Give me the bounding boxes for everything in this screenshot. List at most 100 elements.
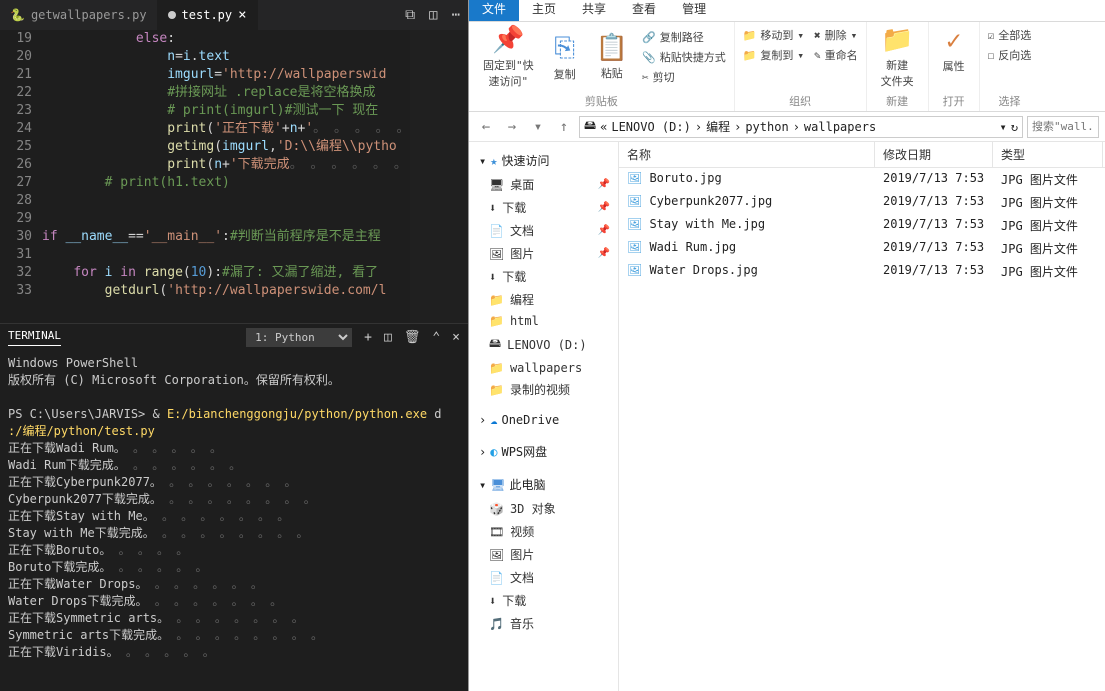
nav-item[interactable]: 🎵音乐 — [469, 612, 618, 635]
cut-icon: ✂ — [642, 71, 649, 84]
nav-item[interactable]: 🖥桌面📌 — [469, 173, 618, 196]
folder-icon: 📁 — [489, 293, 504, 307]
close-panel-icon[interactable]: × — [452, 330, 460, 345]
editor-area: 192021222324252627282930313233 else: n=i… — [0, 30, 468, 323]
nav-item[interactable]: 🎞视频 — [469, 520, 618, 543]
file-row[interactable]: 🖼 Stay with Me.jpg2019/7/13 7:53JPG 图片文件 — [619, 214, 1105, 237]
file-row[interactable]: 🖼 Water Drops.jpg2019/7/13 7:53JPG 图片文件 — [619, 260, 1105, 283]
split-icon[interactable]: ◫ — [429, 7, 437, 23]
file-row[interactable]: 🖼 Cyberpunk2077.jpg2019/7/13 7:53JPG 图片文… — [619, 191, 1105, 214]
back-icon[interactable]: ← — [475, 119, 497, 135]
pin-button[interactable]: 📌固定到"快 速访问" — [477, 25, 540, 89]
pin-icon: 📌 — [492, 25, 524, 55]
paste-icon: 📋 — [596, 33, 628, 63]
folder-icon: 🖥 — [489, 178, 504, 192]
minimap[interactable] — [410, 30, 468, 323]
nav-item[interactable]: 📄文档 — [469, 566, 618, 589]
up-icon[interactable]: ↑ — [553, 119, 575, 135]
nav-item[interactable]: 📁html — [469, 311, 618, 331]
folder-icon: 🎵 — [489, 617, 504, 631]
more-icon[interactable]: ⋯ — [452, 7, 460, 23]
properties-button[interactable]: ✓属性 — [937, 26, 971, 74]
plus-icon[interactable]: + — [364, 330, 372, 345]
image-icon: 🖼 — [627, 240, 642, 254]
file-row[interactable]: 🖼 Wadi Rum.jpg2019/7/13 7:53JPG 图片文件 — [619, 237, 1105, 260]
nav-item[interactable]: ⬇下载📌 — [469, 196, 618, 219]
folder-icon: 📁 — [489, 361, 504, 375]
close-icon[interactable]: × — [238, 7, 246, 23]
newfolder-button[interactable]: 📁新建 文件夹 — [875, 25, 920, 89]
nav-pane[interactable]: ▾★快速访问 🖥桌面📌⬇下载📌📄文档📌🖼图片📌⬇下载📁编程📁html🖴LENOV… — [469, 142, 619, 691]
tab-test[interactable]: test.py × — [158, 0, 258, 30]
folder-icon: ⬇ — [489, 270, 496, 284]
folder-icon: 🖼 — [489, 548, 504, 562]
python-icon: 🐍 — [10, 8, 25, 22]
tab-view[interactable]: 查看 — [619, 0, 669, 21]
delete-button[interactable]: ✖删除 ▾ — [814, 26, 857, 44]
folder-icon: 📁 — [489, 314, 504, 328]
copy-button[interactable]: ⎘复制 — [548, 33, 582, 82]
cut-button[interactable]: ✂剪切 — [642, 68, 726, 86]
tab-share[interactable]: 共享 — [569, 0, 619, 21]
image-icon: 🖼 — [627, 171, 642, 185]
nav-item[interactable]: 🖴LENOVO (D:) — [469, 331, 618, 358]
folder-icon: 📄 — [489, 224, 504, 238]
search-input[interactable] — [1027, 116, 1099, 138]
code-editor[interactable]: else: n=i.text imgurl='http://wallpapers… — [42, 30, 410, 323]
breadcrumb[interactable]: 🖴 « LENOVO (D:)› 编程› python› wallpapers … — [579, 116, 1023, 138]
drive-icon: 🖴 — [584, 116, 596, 137]
tab-file[interactable]: 文件 — [469, 0, 519, 21]
split-terminal-icon[interactable]: ◫ — [384, 330, 392, 345]
file-row[interactable]: 🖼 Boruto.jpg2019/7/13 7:53JPG 图片文件 — [619, 168, 1105, 191]
wps-header[interactable]: ›◐WPS网盘 — [469, 439, 618, 464]
col-date[interactable]: 修改日期 — [875, 142, 993, 167]
terminal-tab[interactable]: TERMINAL — [8, 329, 61, 346]
recent-icon[interactable]: ▾ — [527, 119, 549, 135]
onedrive-header[interactable]: ›☁OneDrive — [469, 409, 618, 431]
nav-item[interactable]: ⬇下载 — [469, 265, 618, 288]
line-gutter: 192021222324252627282930313233 — [0, 30, 42, 323]
thispc-header[interactable]: ▾🖥此电脑 — [469, 472, 618, 497]
forward-icon[interactable]: → — [501, 119, 523, 135]
tab-manage[interactable]: 管理 — [669, 0, 719, 21]
tab-home[interactable]: 主页 — [519, 0, 569, 21]
invertsel-button[interactable]: ☐反向选 — [988, 46, 1032, 64]
nav-item[interactable]: ⬇下载 — [469, 589, 618, 612]
paste-button[interactable]: 📋粘贴 — [590, 33, 634, 81]
pin-icon: 📌 — [598, 225, 610, 236]
quickaccess-header[interactable]: ▾★快速访问 — [469, 148, 618, 173]
explorer-window: 文件 主页 共享 查看 管理 📌固定到"快 速访问" ⎘复制 📋粘贴 🔗复制路径… — [468, 0, 1105, 691]
nav-item[interactable]: 📁编程 — [469, 288, 618, 311]
nav-item[interactable]: 📄文档📌 — [469, 219, 618, 242]
group-label: 剪贴板 — [585, 89, 618, 109]
tab-getwallpapers[interactable]: 🐍 getwallpapers.py — [0, 0, 158, 30]
nav-item[interactable]: 🎲3D 对象 — [469, 497, 618, 520]
delete-icon: ✖ — [814, 29, 821, 42]
folder-icon: 📄 — [489, 571, 504, 585]
terminal-select[interactable]: 1: Python — [246, 328, 352, 347]
rename-icon: ✎ — [814, 49, 821, 62]
chevron-up-icon[interactable]: ⌃ — [432, 330, 440, 345]
copypath-button[interactable]: 🔗复制路径 — [642, 28, 726, 46]
refresh-icon[interactable]: ↻ — [1011, 120, 1018, 134]
col-name[interactable]: 名称 — [619, 142, 875, 167]
terminal[interactable]: Windows PowerShell版权所有 (C) Microsoft Cor… — [0, 351, 468, 691]
nav-item[interactable]: 🖼图片 — [469, 543, 618, 566]
moveto-button[interactable]: 📁移动到 ▾ — [743, 26, 804, 44]
nav-item[interactable]: 🖼图片📌 — [469, 242, 618, 265]
copyto-button[interactable]: 📁复制到 ▾ — [743, 46, 804, 64]
rename-button[interactable]: ✎重命名 — [814, 46, 858, 64]
path-icon: 🔗 — [642, 31, 656, 44]
selectall-button[interactable]: ☑全部选 — [988, 26, 1032, 44]
compare-icon[interactable]: ⧉ — [405, 7, 415, 23]
tab-label: test.py — [182, 8, 233, 22]
pasteshortcut-button[interactable]: 📎粘贴快捷方式 — [642, 48, 726, 66]
col-type[interactable]: 类型 — [993, 142, 1103, 167]
folder-icon: 🖴 — [489, 334, 501, 355]
trash-icon[interactable]: 🗑 — [404, 330, 421, 345]
nav-item[interactable]: 📁wallpapers — [469, 358, 618, 378]
column-headers[interactable]: 名称 修改日期 类型 — [619, 142, 1105, 168]
selectall-icon: ☑ — [988, 29, 995, 42]
nav-item[interactable]: 📁录制的视频 — [469, 378, 618, 401]
image-icon: 🖼 — [627, 217, 642, 231]
